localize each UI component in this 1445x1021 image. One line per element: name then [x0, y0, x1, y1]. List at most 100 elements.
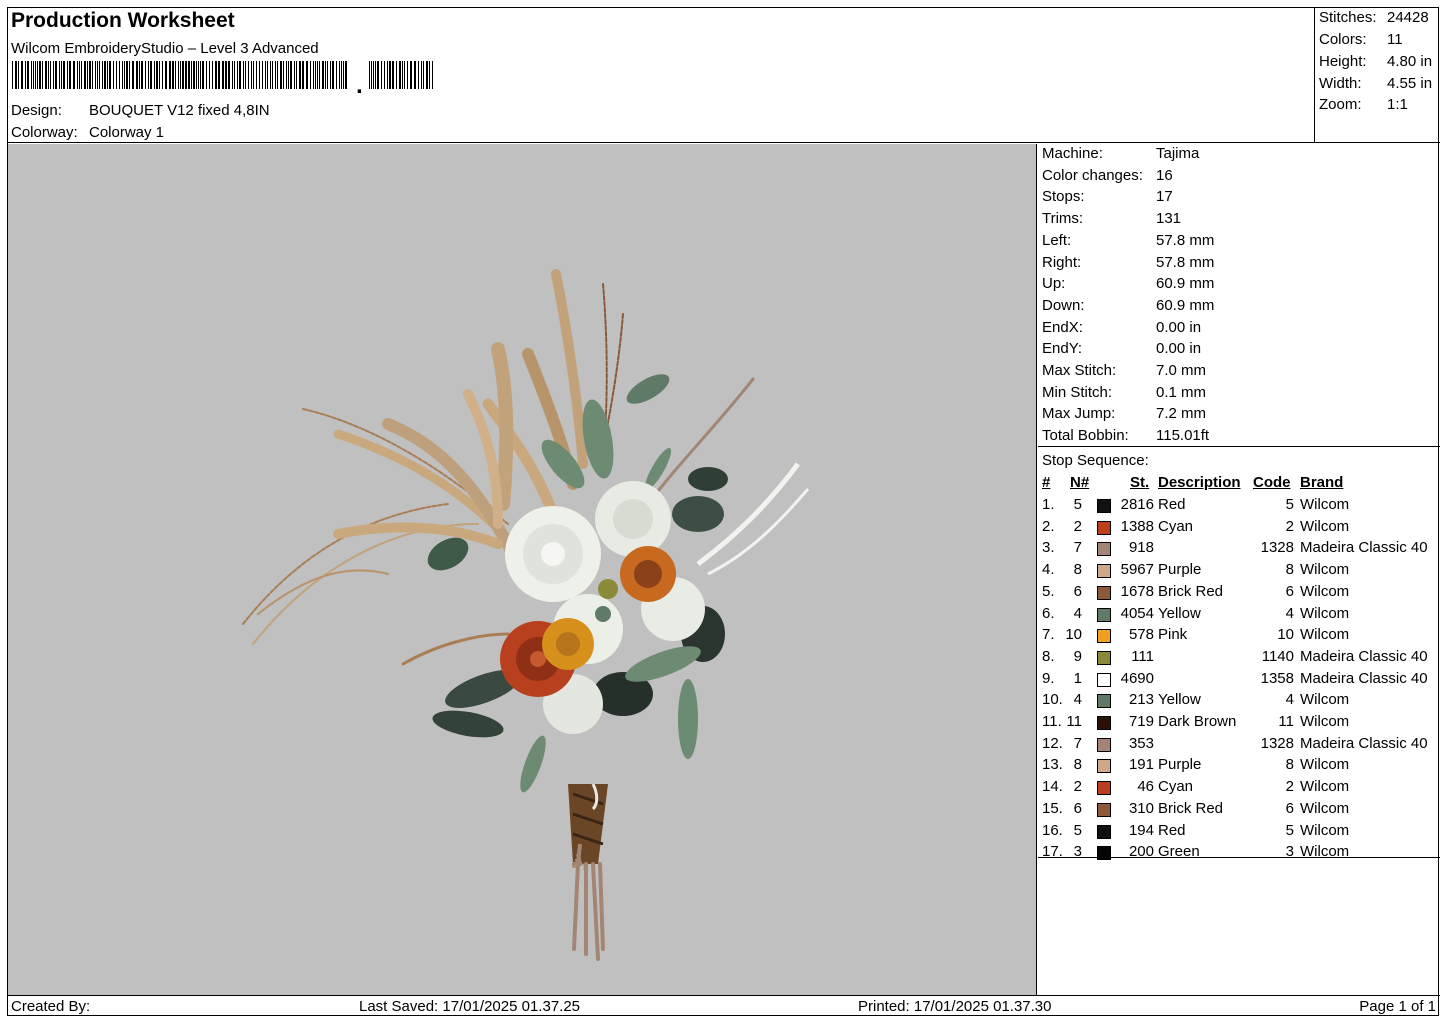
barcode-bar: [175, 61, 176, 89]
software-name: Wilcom EmbroideryStudio – Level 3 Advanc…: [11, 40, 319, 57]
color-description: Cyan: [1158, 517, 1194, 535]
detail-value: 16: [1156, 166, 1173, 184]
color-description: Cyan: [1158, 778, 1194, 796]
barcode-bar: [369, 61, 370, 89]
barcode-bar: [336, 61, 337, 89]
barcode-bar: [84, 61, 86, 89]
barcode-bar: [89, 61, 91, 89]
barcode-bar: [234, 61, 235, 89]
thread-brand: Madeira Classic 40: [1300, 647, 1428, 665]
barcode-bar: [277, 61, 278, 89]
barcode-bar: [275, 61, 276, 89]
barcode-bar: [21, 61, 23, 89]
detail-value: 60.9 mm: [1156, 296, 1215, 314]
colorway-row: Colorway: Colorway 1: [11, 124, 164, 141]
barcode-bar: [124, 61, 125, 89]
colorway-value: Colorway 1: [89, 124, 165, 141]
thread-brand: Wilcom: [1300, 561, 1350, 579]
barcode-bar: [371, 61, 372, 89]
thread-code: 1140: [1261, 647, 1294, 665]
needle-number: 6: [1073, 582, 1082, 600]
detail-row: EndX: 0.00 in: [1042, 319, 1201, 336]
barcode-bar: [48, 61, 49, 89]
detail-label: EndX:: [1042, 318, 1083, 336]
detail-row: Max Jump: 7.2 mm: [1042, 405, 1206, 422]
barcode-bar: [145, 61, 146, 89]
needle-number: 6: [1073, 799, 1082, 817]
detail-value: 115.01ft: [1156, 427, 1210, 445]
detail-row: Max Stitch: 7.0 mm: [1042, 362, 1206, 379]
barcode-bar: [306, 61, 308, 89]
barcode-bar: [116, 61, 117, 89]
header-brand: Brand: [1300, 474, 1344, 491]
needle-number: 3: [1073, 843, 1082, 861]
barcode-bar: [25, 61, 26, 89]
barcode-bar: [185, 61, 187, 89]
barcode-bar: [426, 61, 428, 89]
barcode-bar: [429, 61, 430, 89]
barcode-bar: [248, 61, 249, 89]
barcode-bar: [399, 61, 401, 89]
detail-label: EndY:: [1042, 340, 1083, 358]
barcode-bar: [262, 61, 263, 89]
barcode-bar: [239, 61, 241, 89]
color-description: Purple: [1158, 561, 1202, 579]
thread-code: 5: [1285, 496, 1294, 513]
barcode-bar: [159, 61, 160, 89]
barcode-bar: [45, 61, 47, 89]
color-description: Pink: [1158, 626, 1188, 644]
barcode-bar: [389, 61, 391, 89]
thread-brand: Wilcom: [1300, 778, 1350, 796]
barcode-bar: [343, 61, 344, 89]
summary-row: Colors: 11: [1319, 31, 1403, 48]
detail-label: Trims:: [1042, 210, 1084, 228]
table-row: 12. 7 353 1328 Madeira Classic 40: [1038, 735, 1440, 756]
barcode-bar: [256, 61, 257, 89]
barcode-bar: [102, 61, 103, 89]
thread-code: 5: [1285, 821, 1294, 839]
detail-label: Right:: [1042, 253, 1082, 271]
machine-details: Machine: Tajima Color changes: 16 Stops: 17 Tr…: [1038, 144, 1440, 447]
barcode-bar: [270, 61, 271, 89]
barcode-bar: [200, 61, 201, 89]
barcode-bar: [59, 61, 60, 89]
barcode-bar: [251, 61, 252, 89]
stitch-count: 194: [1128, 821, 1154, 839]
barcode-bar: [18, 61, 19, 89]
barcode-bar: [345, 61, 347, 89]
barcode-bar: [310, 61, 311, 89]
printed-date: Printed: 17/01/2025 01.37.30: [858, 998, 1052, 1015]
stitch-count: 4690: [1120, 669, 1154, 687]
detail-row: Stops: 17: [1042, 188, 1173, 205]
barcode-bar: [196, 61, 197, 89]
stop-sequence-caption: Stop Sequence:: [1042, 452, 1149, 469]
worksheet-footer: Created By: Last Saved: 17/01/2025 01.37…: [8, 995, 1440, 1017]
barcode-bar: [136, 61, 138, 89]
stitch-count: 353: [1128, 734, 1154, 752]
detail-value: 0.00 in: [1156, 318, 1202, 336]
barcode-bar: [296, 61, 297, 89]
detail-label: Stops:: [1042, 188, 1085, 206]
detail-row: Total Bobbin: 115.01ft: [1042, 427, 1209, 444]
barcode-bar: [302, 61, 304, 89]
barcode-bar: [283, 61, 284, 89]
needle-number: 2: [1073, 778, 1082, 796]
table-row: 10. 4 213 Yellow 4 Wilcom: [1038, 691, 1440, 712]
header-n: N#: [1070, 474, 1090, 491]
table-row: 6. 4 4054 Yellow 4 Wilcom: [1038, 605, 1440, 626]
detail-label: Color changes:: [1042, 166, 1143, 184]
table-row: 15. 6 310 Brick Red 6 Wilcom: [1038, 800, 1440, 821]
barcode-bar: [392, 61, 394, 89]
barcode-comma: ,: [356, 72, 363, 93]
thread-code: 1328: [1260, 539, 1294, 557]
thread-brand: Wilcom: [1300, 604, 1350, 622]
barcode-bar: [206, 61, 207, 89]
barcode-bar: [156, 61, 158, 89]
thread-code: 8: [1285, 756, 1294, 774]
summary-row: Stitches: 24428: [1319, 9, 1429, 26]
detail-value: 60.9 mm: [1156, 275, 1215, 293]
barcode-bar: [215, 61, 217, 89]
barcode-bar: [141, 61, 143, 89]
barcode-bar: [209, 61, 210, 89]
detail-row: EndY: 0.00 in: [1042, 340, 1201, 357]
